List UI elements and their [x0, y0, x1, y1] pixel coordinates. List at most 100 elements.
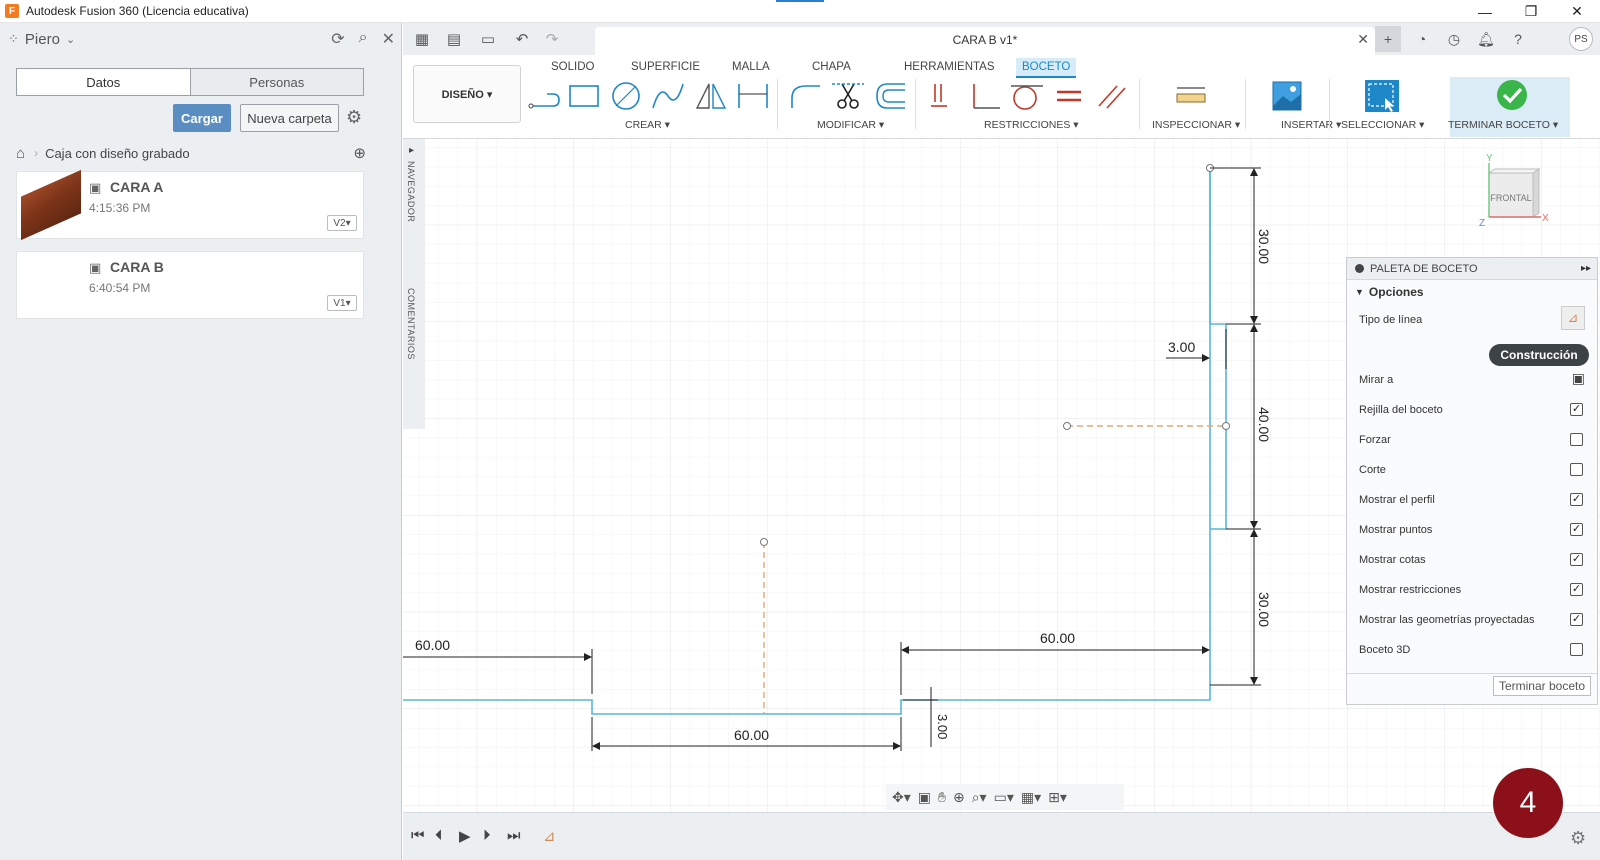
look-at-icon[interactable]: ▣	[1572, 370, 1585, 387]
select-group-label[interactable]: SELECCIONAR ▾	[1341, 119, 1424, 131]
globe-icon[interactable]: ⊕	[353, 144, 366, 162]
select-tool-icon[interactable]	[1363, 80, 1399, 112]
comments-label[interactable]: COMENTARIOS	[406, 288, 416, 360]
user-selector[interactable]: Piero	[25, 31, 60, 48]
look-at-view-icon[interactable]: ▣	[918, 789, 931, 806]
minimize-button[interactable]: —	[1462, 0, 1508, 23]
offset-tool-icon[interactable]	[873, 80, 909, 112]
option-checkbox-show-profile[interactable]: ✓	[1570, 493, 1583, 506]
orbit-icon[interactable]: ✥▾	[892, 789, 911, 806]
close-tab-icon[interactable]: ✕	[1357, 31, 1369, 48]
option-checkbox-projected-geometry[interactable]: ✓	[1570, 613, 1583, 626]
upload-button[interactable]: Cargar	[173, 104, 231, 132]
tab-boceto[interactable]: BOCETO	[1016, 58, 1077, 78]
close-window-button[interactable]: ✕	[1554, 0, 1600, 23]
dimension-tool-icon[interactable]	[735, 80, 771, 112]
version-badge[interactable]: V2▾	[327, 215, 357, 231]
save-icon[interactable]: ▭	[475, 26, 501, 52]
extensions-icon[interactable]: ◔	[1409, 26, 1435, 52]
tangent-constraint-icon[interactable]	[1009, 80, 1045, 112]
redo-icon[interactable]: ↷	[539, 26, 565, 52]
home-icon[interactable]: ⌂	[16, 145, 25, 162]
tab-chapa[interactable]: CHAPA	[806, 58, 857, 78]
chevron-down-icon[interactable]: ⌄	[66, 33, 75, 46]
equal-constraint-icon[interactable]	[1051, 80, 1087, 112]
spline-tool-icon[interactable]	[650, 80, 686, 112]
tab-solido[interactable]: SOLIDO	[545, 58, 600, 78]
construction-line-icon[interactable]: ⊿	[1561, 306, 1585, 330]
help-icon[interactable]: ?	[1505, 26, 1531, 52]
new-tab-icon[interactable]: +	[1375, 26, 1401, 52]
go-to-end-icon[interactable]: ⏭	[507, 827, 521, 844]
create-group-label[interactable]: CREAR ▾	[625, 119, 670, 131]
option-checkbox-show-dimensions[interactable]: ✓	[1570, 553, 1583, 566]
tab-malla[interactable]: MALLA	[726, 58, 776, 78]
options-section-header[interactable]: ▼ Opciones	[1347, 280, 1597, 304]
avatar[interactable]: PS	[1569, 27, 1593, 51]
tab-personas[interactable]: Personas	[190, 69, 363, 95]
option-checkbox-show-points[interactable]: ✓	[1570, 523, 1583, 536]
modify-group-label[interactable]: MODIFICAR ▾	[817, 119, 884, 131]
option-checkbox-snap[interactable]	[1570, 433, 1583, 446]
fillet-tool-icon[interactable]	[788, 80, 824, 112]
tab-datos[interactable]: Datos	[17, 69, 191, 95]
go-to-start-icon[interactable]: ⏮	[411, 827, 425, 844]
zoom-icon[interactable]: ⊕	[953, 789, 965, 806]
file-card-cara-a[interactable]: ▣ CARA A 4:15:36 PM V2▾	[16, 169, 364, 241]
new-folder-button[interactable]: Nueva carpeta	[240, 104, 339, 132]
circle-tool-icon[interactable]	[608, 80, 644, 112]
browser-strip[interactable]: ▸ NAVEGADOR COMENTARIOS	[403, 139, 425, 429]
trim-tool-icon[interactable]	[830, 80, 866, 112]
document-tab[interactable]: CARA B v1* ✕	[595, 27, 1375, 55]
insert-group-label[interactable]: INSERTAR ▾	[1281, 119, 1341, 131]
undo-icon[interactable]: ↶	[509, 26, 535, 52]
option-checkbox-show-constraints[interactable]: ✓	[1570, 583, 1583, 596]
job-status-icon[interactable]: ◷	[1441, 26, 1467, 52]
fix-constraint-icon[interactable]	[927, 80, 963, 112]
file-menu-icon[interactable]: ▤	[441, 26, 467, 52]
search-icon[interactable]: ⌕	[359, 29, 368, 49]
tab-herramientas[interactable]: HERRAMIENTAS	[898, 58, 1001, 78]
inspect-group-label[interactable]: INSPECCIONAR ▾	[1152, 119, 1240, 131]
version-badge[interactable]: V1▾	[327, 295, 357, 311]
grid-settings-icon[interactable]: ▦▾	[1021, 789, 1041, 806]
option-checkbox-3d-sketch[interactable]	[1570, 643, 1583, 656]
breadcrumb-folder[interactable]: Caja con diseño grabado	[45, 146, 190, 161]
finish-sketch-icon[interactable]	[1494, 79, 1530, 111]
finish-sketch-button[interactable]: Terminar boceto	[1493, 676, 1591, 696]
insert-image-icon[interactable]	[1269, 80, 1305, 112]
maximize-button[interactable]: ❐	[1508, 0, 1554, 23]
constraints-group-label[interactable]: RESTRICCIONES ▾	[984, 119, 1079, 131]
measure-tool-icon[interactable]	[1173, 80, 1209, 112]
gear-icon[interactable]: ⚙	[1570, 828, 1586, 849]
gear-icon[interactable]: ⚙	[346, 107, 362, 128]
team-icon[interactable]: ⁘	[8, 31, 19, 47]
display-settings-icon[interactable]: ▭▾	[994, 789, 1014, 806]
file-card-cara-b[interactable]: ▣ CARA B 6:40:54 PM V1▾	[16, 251, 364, 319]
palette-header[interactable]: PALETA DE BOCETO ▸▸	[1347, 258, 1597, 280]
line-tool-icon[interactable]	[527, 80, 563, 112]
expand-palette-icon[interactable]: ▸▸	[1581, 263, 1591, 274]
option-checkbox-slice[interactable]	[1570, 463, 1583, 476]
notifications-icon[interactable]: 🔔︎	[1473, 26, 1499, 52]
sketch-feature-icon[interactable]: ⊿	[543, 827, 556, 845]
play-icon[interactable]: ▶	[459, 827, 471, 845]
parallel-constraint-icon[interactable]	[1093, 80, 1129, 112]
step-back-icon[interactable]: ⏴	[435, 827, 443, 844]
navigator-label[interactable]: NAVEGADOR	[406, 161, 416, 222]
mirror-tool-icon[interactable]	[693, 80, 729, 112]
workspace-selector[interactable]: DISEÑO ▾	[413, 65, 521, 123]
collapse-icon[interactable]	[1355, 264, 1364, 273]
tab-superficie[interactable]: SUPERFICIE	[625, 58, 706, 78]
finish-sketch-label[interactable]: TERMINAR BOCETO ▾	[1448, 119, 1558, 131]
option-checkbox-sketch-grid[interactable]: ✓	[1570, 403, 1583, 416]
pan-icon[interactable]: ✋︎	[938, 789, 946, 806]
perpendicular-constraint-icon[interactable]	[968, 80, 1004, 112]
rectangle-tool-icon[interactable]	[566, 80, 602, 112]
close-icon[interactable]: ✕	[382, 29, 395, 49]
refresh-icon[interactable]: ⟳	[331, 29, 344, 49]
zoom-window-icon[interactable]: ⌕▾	[972, 789, 987, 806]
expand-arrow-icon[interactable]: ▸	[409, 145, 414, 156]
step-forward-icon[interactable]: ⏵	[483, 827, 491, 844]
grid-menu-icon[interactable]: ▦	[409, 26, 435, 52]
